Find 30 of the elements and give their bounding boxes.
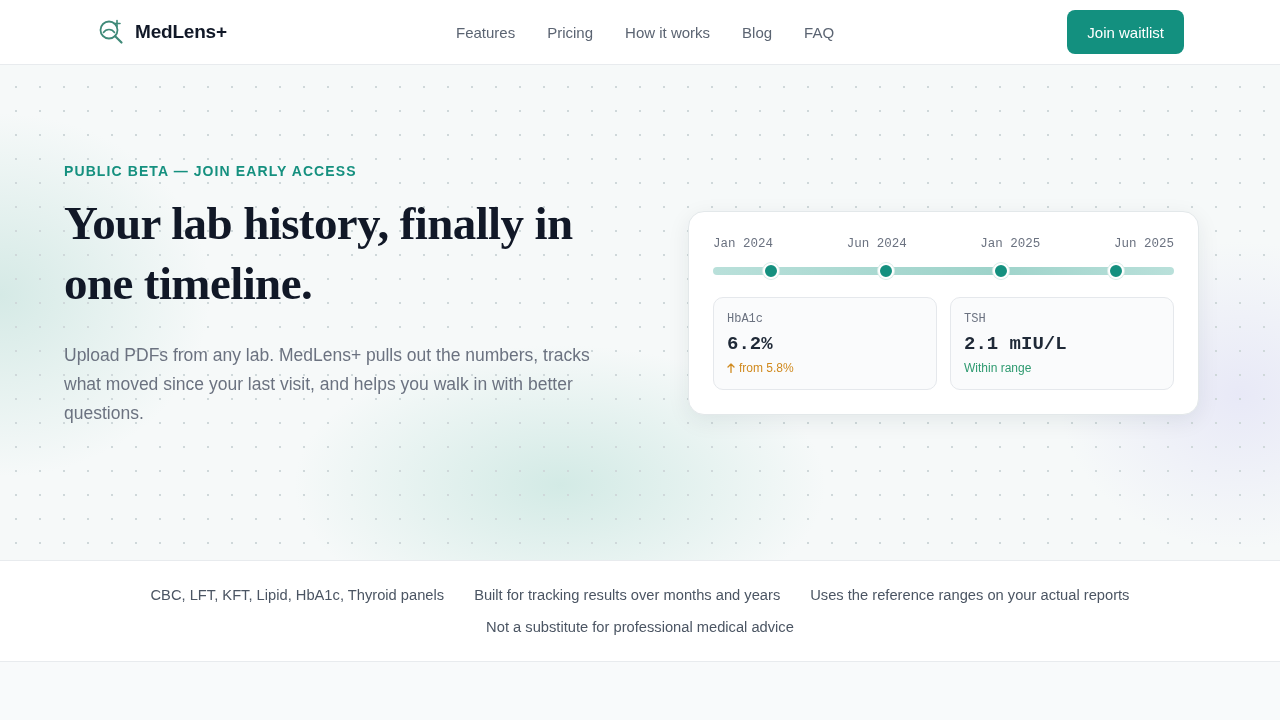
hero-headline: Your lab history, finally in one timeline. (64, 196, 574, 311)
nav-link[interactable]: FAQ (804, 23, 835, 41)
nav-link[interactable]: How it works (625, 23, 711, 41)
eyebrow-text: PUBLIC BETA — JOIN EARLY ACCESS (64, 163, 357, 179)
brand-name[interactable]: MedLens+ (135, 21, 227, 43)
nav-link[interactable]: Blog (742, 23, 773, 41)
metric-name: HbA1c (727, 310, 763, 327)
timeline-point-icon (877, 262, 894, 279)
timeline-point-icon (1108, 262, 1125, 279)
timeline-date: Jan 2024 (713, 235, 773, 252)
highlight-text: CBC, LFT, KFT, Lipid, HbA1c, Thyroid panels (150, 585, 445, 605)
highlight-text: Not a substitute for professional medical advice (486, 617, 794, 637)
timeline-date: Jun 2024 (846, 235, 907, 252)
magnifier-logo-icon (98, 19, 124, 45)
nav-link[interactable]: Features (456, 23, 516, 41)
timeline-date: Jun 2025 (1113, 235, 1174, 252)
metric-value: 2.1 mIU/L (964, 331, 1067, 356)
highlight-text: Built for tracking results over months and years (474, 585, 781, 605)
metric-note: Within range (964, 359, 1032, 376)
join-waitlist-button[interactable]: Join waitlist (1067, 10, 1184, 54)
hero-description: Upload PDFs from any lab. MedLens+ pulls out the numbers, tracks what moved since your last visit, and helps you walk in with better questions. (64, 344, 591, 425)
highlight-text: Uses the reference ranges on your actual reports (810, 585, 1130, 605)
timeline-date: Jan 2025 (980, 235, 1041, 252)
metric-note: from 5.8% (739, 359, 794, 376)
nav-link[interactable]: Pricing (547, 23, 594, 41)
metric-name: TSH (964, 310, 986, 327)
timeline-point-icon (993, 262, 1010, 279)
arrow-up-icon (727, 362, 735, 373)
timeline-point-icon (762, 262, 779, 279)
metric-value: 6.2% (727, 331, 773, 356)
